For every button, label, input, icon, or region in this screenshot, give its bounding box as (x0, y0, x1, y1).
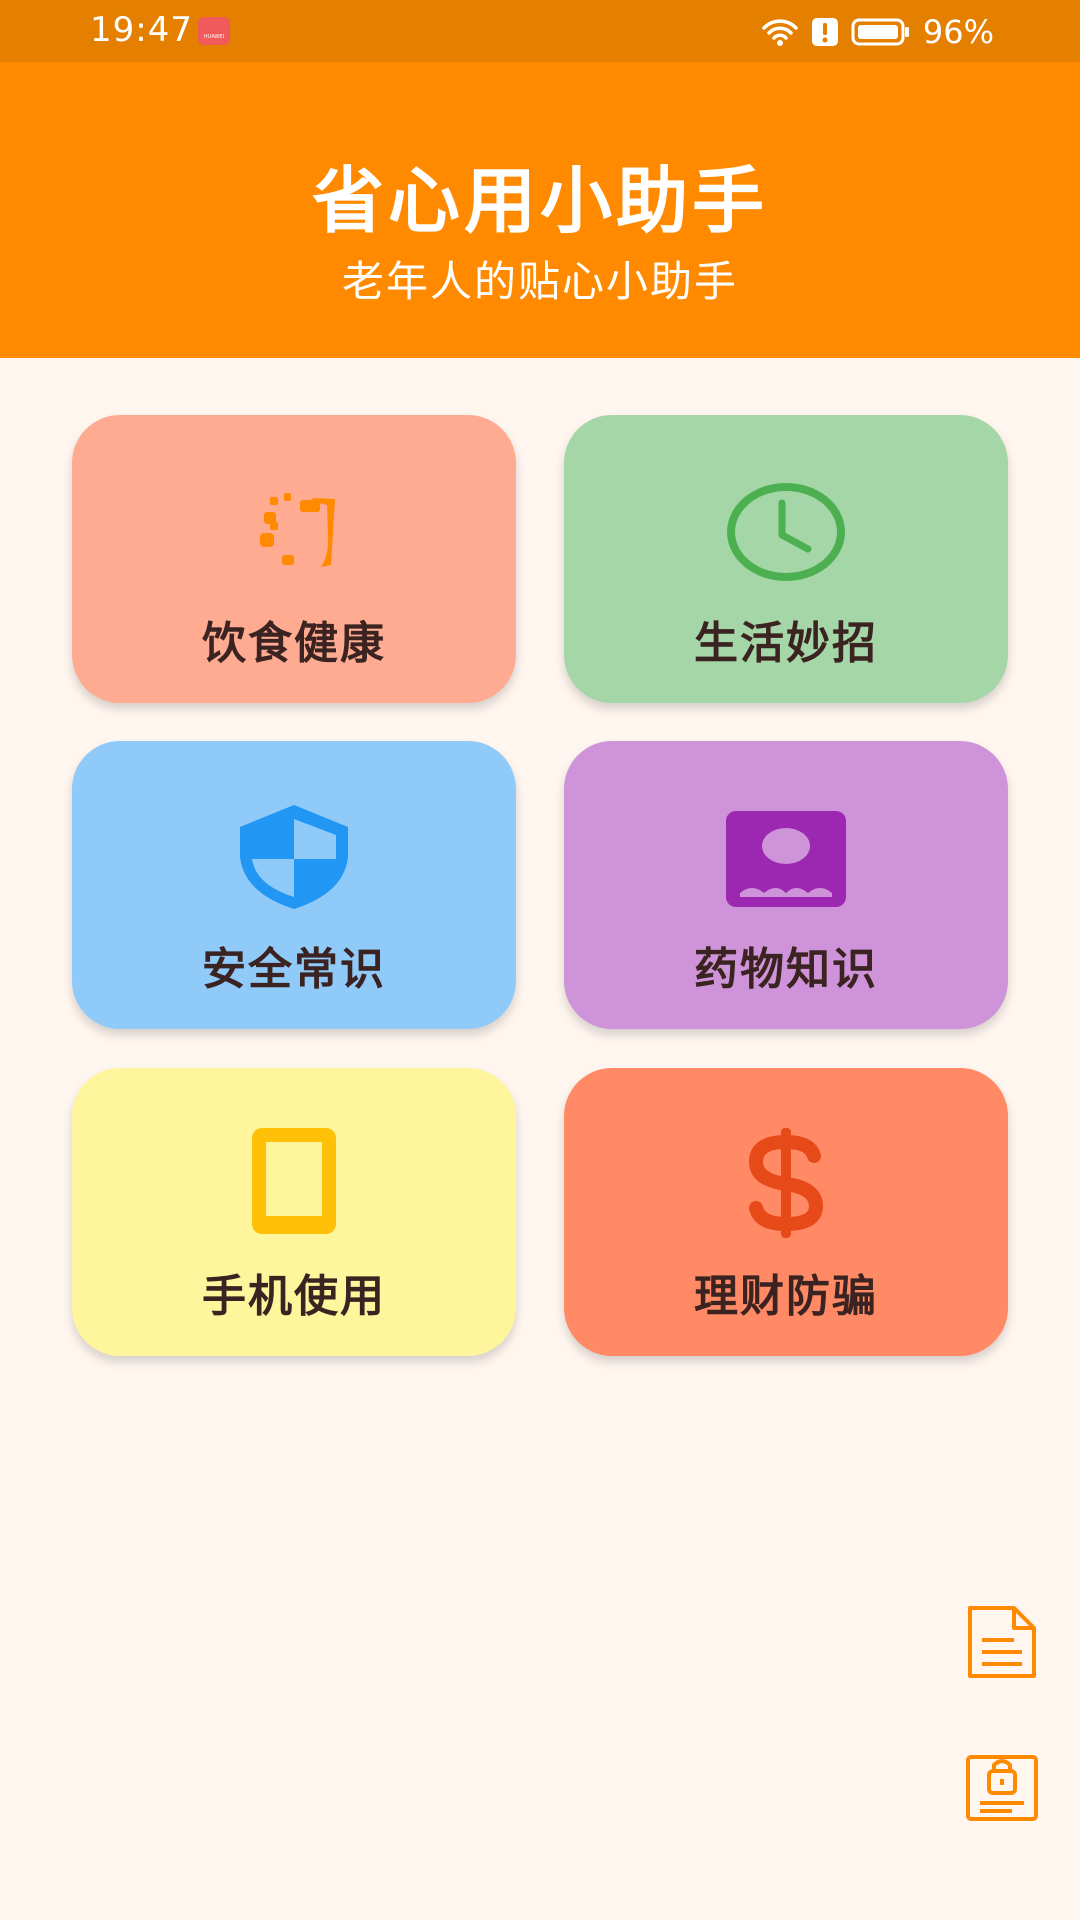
app-store-icon: HUAWEI (198, 17, 230, 45)
phone-icon (252, 1128, 336, 1234)
card-label: 药物知识 (694, 944, 878, 995)
document-icon[interactable] (962, 1602, 1042, 1682)
alert-icon (811, 18, 838, 46)
battery-icon (851, 18, 909, 46)
clock-icon (727, 483, 845, 581)
card-phone-usage[interactable]: 手机使用 (72, 1068, 516, 1356)
food-icon (260, 493, 335, 567)
shield-icon (240, 805, 348, 909)
wifi-icon (762, 19, 798, 46)
card-label: 手机使用 (202, 1271, 386, 1322)
medicine-icon (726, 811, 846, 907)
card-safety-knowledge[interactable]: 安全常识 (72, 741, 516, 1029)
dollar-icon (748, 1128, 824, 1238)
lock-screen-icon[interactable] (962, 1747, 1042, 1827)
status-bar: 19:47 HUAWEI 96% (0, 0, 1080, 62)
card-label: 生活妙招 (694, 618, 878, 669)
status-indicators: 96% (761, 12, 994, 52)
card-life-tips[interactable]: 生活妙招 (564, 415, 1008, 703)
card-label: 饮食健康 (202, 618, 386, 669)
status-time: 19:47 (90, 10, 193, 50)
card-diet-health[interactable]: 饮食健康 (72, 415, 516, 703)
card-label: 安全常识 (202, 944, 386, 995)
card-medicine-knowledge[interactable]: 药物知识 (564, 741, 1008, 1029)
app-title: 省心用小助手 (311, 159, 768, 243)
card-label: 理财防骗 (694, 1271, 878, 1322)
card-finance-anti-fraud[interactable]: 理财防骗 (564, 1068, 1008, 1356)
battery-percent: 96% (922, 13, 994, 51)
app-header: 省心用小助手 老年人的贴心小助手 (0, 62, 1080, 358)
app-subtitle: 老年人的贴心小助手 (341, 257, 738, 306)
